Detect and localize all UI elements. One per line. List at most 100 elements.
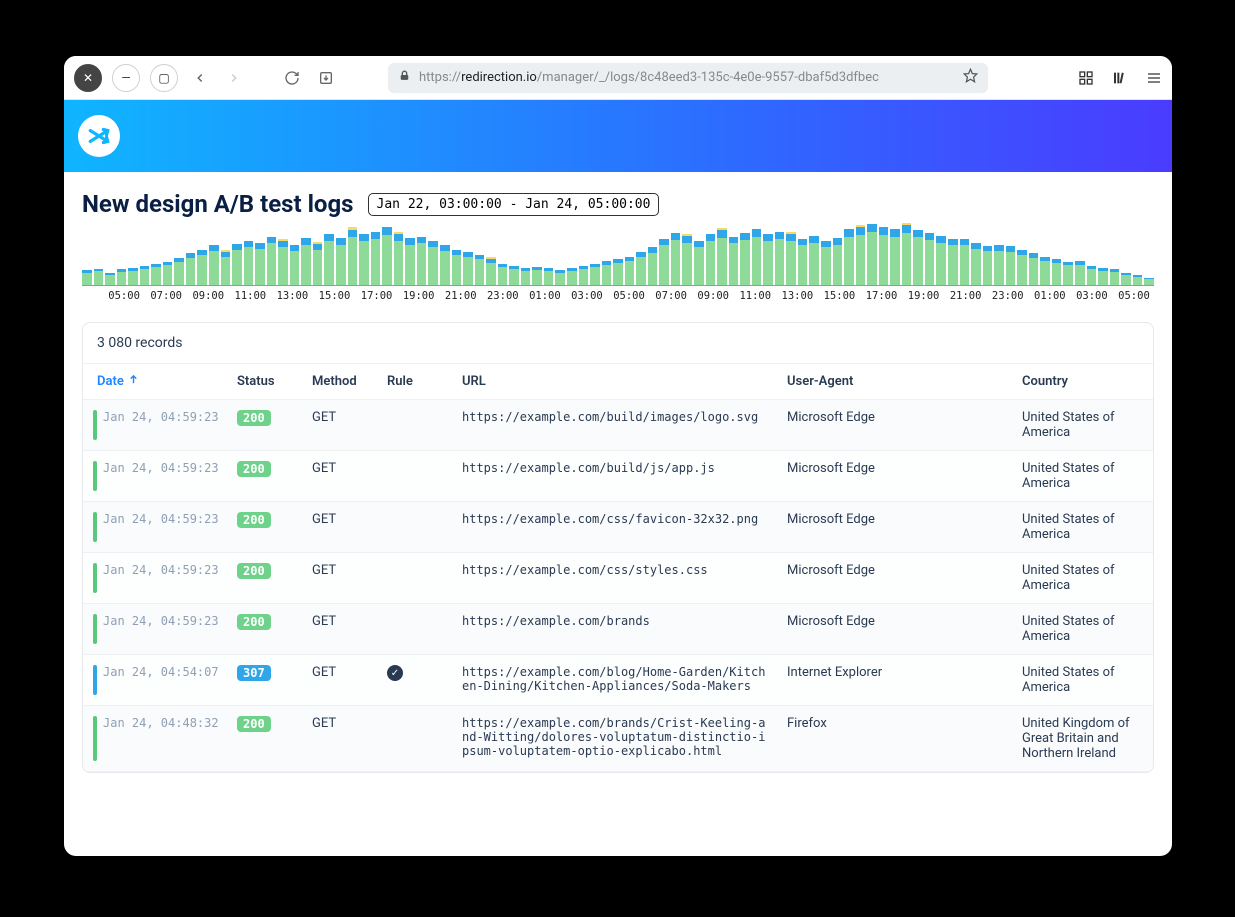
window-minimize-button[interactable]: — [112, 64, 140, 92]
chart-bar[interactable] [798, 239, 808, 285]
table-row[interactable]: Jan 24, 04:59:23200GEThttps://example.co… [83, 451, 1153, 502]
chart-bar[interactable] [417, 237, 427, 285]
chart-bar[interactable] [671, 233, 681, 285]
chart-bar[interactable] [948, 239, 958, 285]
chart-bar[interactable] [255, 243, 265, 285]
chart-bar[interactable] [960, 239, 970, 285]
col-user-agent[interactable]: User-Agent [787, 374, 1022, 389]
window-maximize-button[interactable]: ▢ [150, 64, 178, 92]
chart-bar[interactable] [867, 224, 877, 285]
chart-bar[interactable] [555, 270, 565, 285]
chart-bar[interactable] [659, 239, 669, 285]
hamburger-menu-icon[interactable] [1146, 70, 1162, 86]
table-row[interactable]: Jan 24, 04:59:23200GEThttps://example.co… [83, 400, 1153, 451]
chart-bar[interactable] [348, 227, 358, 285]
chart-bar[interactable] [544, 268, 554, 285]
col-method[interactable]: Method [312, 374, 387, 389]
chart-bar[interactable] [902, 223, 912, 285]
chart-bar[interactable] [405, 238, 415, 285]
install-app-icon[interactable] [314, 66, 338, 90]
reload-button[interactable] [280, 66, 304, 90]
chart-bar[interactable] [821, 241, 831, 285]
col-country[interactable]: Country [1022, 374, 1139, 389]
chart-bar[interactable] [278, 239, 288, 285]
chart-bar[interactable] [232, 244, 242, 285]
chart-bar[interactable] [509, 266, 519, 285]
chart-bar[interactable] [371, 232, 381, 285]
chart-bar[interactable] [324, 234, 334, 285]
chart-bar[interactable] [625, 257, 635, 285]
chart-bar[interactable] [844, 229, 854, 285]
chart-bar[interactable] [521, 268, 531, 285]
chart-bar[interactable] [567, 268, 577, 285]
chart-bar[interactable] [717, 228, 727, 285]
table-row[interactable]: Jan 24, 04:59:23200GEThttps://example.co… [83, 502, 1153, 553]
chart-bar[interactable] [879, 227, 889, 285]
chart-bar[interactable] [1063, 262, 1073, 285]
chart-bar[interactable] [1098, 268, 1108, 285]
chart-bar[interactable] [498, 264, 508, 285]
chart-bar[interactable] [936, 236, 946, 285]
chart-bar[interactable] [1052, 259, 1062, 285]
chart-bar[interactable] [209, 245, 219, 285]
table-row[interactable]: Jan 24, 04:48:32200GEThttps://example.co… [83, 706, 1153, 772]
chart-bar[interactable] [1133, 275, 1143, 285]
chart-bar[interactable] [128, 268, 138, 285]
chart-bar[interactable] [706, 234, 716, 285]
chart-bar[interactable] [186, 253, 196, 285]
chart-bar[interactable] [786, 232, 796, 285]
chart-bar[interactable] [1121, 273, 1131, 285]
chart-bar[interactable] [856, 225, 866, 285]
apps-grid-icon[interactable] [1078, 70, 1094, 86]
chart-bar[interactable] [740, 233, 750, 285]
col-status[interactable]: Status [237, 374, 312, 389]
chart-bar[interactable] [336, 238, 346, 285]
chart-bar[interactable] [833, 238, 843, 285]
chart-bar[interactable] [1006, 246, 1016, 285]
chart-bar[interactable] [394, 232, 404, 285]
chart-bar[interactable] [105, 273, 115, 285]
table-row[interactable]: Jan 24, 04:54:07307GET✓https://example.c… [83, 655, 1153, 706]
chart-bar[interactable] [1040, 257, 1050, 285]
chart-bar[interactable] [475, 255, 485, 285]
chart-bar[interactable] [694, 241, 704, 285]
chart-bar[interactable] [913, 230, 923, 285]
date-range-pill[interactable]: Jan 22, 03:00:00 - Jan 24, 05:00:00 [368, 193, 660, 216]
chart-bar[interactable] [1075, 261, 1085, 285]
chart-bar[interactable] [452, 250, 462, 285]
chart-bar[interactable] [729, 237, 739, 285]
chart-bar[interactable] [174, 258, 184, 285]
chart-bar[interactable] [382, 227, 392, 285]
table-row[interactable]: Jan 24, 04:59:23200GEThttps://example.co… [83, 604, 1153, 655]
chart-bar[interactable] [1110, 269, 1120, 285]
chart-bar[interactable] [163, 262, 173, 285]
chart-bar[interactable] [428, 241, 438, 285]
chart-bar[interactable] [359, 234, 369, 285]
chart-bar[interactable] [244, 241, 254, 285]
col-url[interactable]: URL [462, 374, 787, 389]
chart-bar[interactable] [602, 261, 612, 285]
chart-bar[interactable] [151, 264, 161, 285]
address-bar[interactable]: https://redirection.io/manager/_/logs/8c… [388, 63, 988, 93]
chart-bar[interactable] [197, 250, 207, 285]
chart-bar[interactable] [486, 257, 496, 285]
chart-bar[interactable] [636, 252, 646, 285]
chart-bar[interactable] [1144, 278, 1154, 285]
library-icon[interactable] [1112, 70, 1128, 86]
forward-button[interactable] [222, 66, 246, 90]
col-date[interactable]: Date [97, 374, 237, 389]
chart-bar[interactable] [82, 270, 92, 285]
chart-bar[interactable] [267, 237, 277, 285]
chart-bar[interactable] [890, 229, 900, 285]
col-rule[interactable]: Rule [387, 374, 462, 389]
chart-bar[interactable] [221, 250, 231, 285]
chart-bar[interactable] [117, 269, 127, 285]
chart-bar[interactable] [775, 232, 785, 285]
chart-bar[interactable] [994, 245, 1004, 285]
bookmark-star-icon[interactable] [963, 68, 978, 87]
chart-bar[interactable] [440, 245, 450, 285]
chart-bar[interactable] [648, 247, 658, 285]
chart-bar[interactable] [971, 243, 981, 285]
chart-bar[interactable] [463, 252, 473, 285]
chart-bar[interactable] [290, 245, 300, 285]
